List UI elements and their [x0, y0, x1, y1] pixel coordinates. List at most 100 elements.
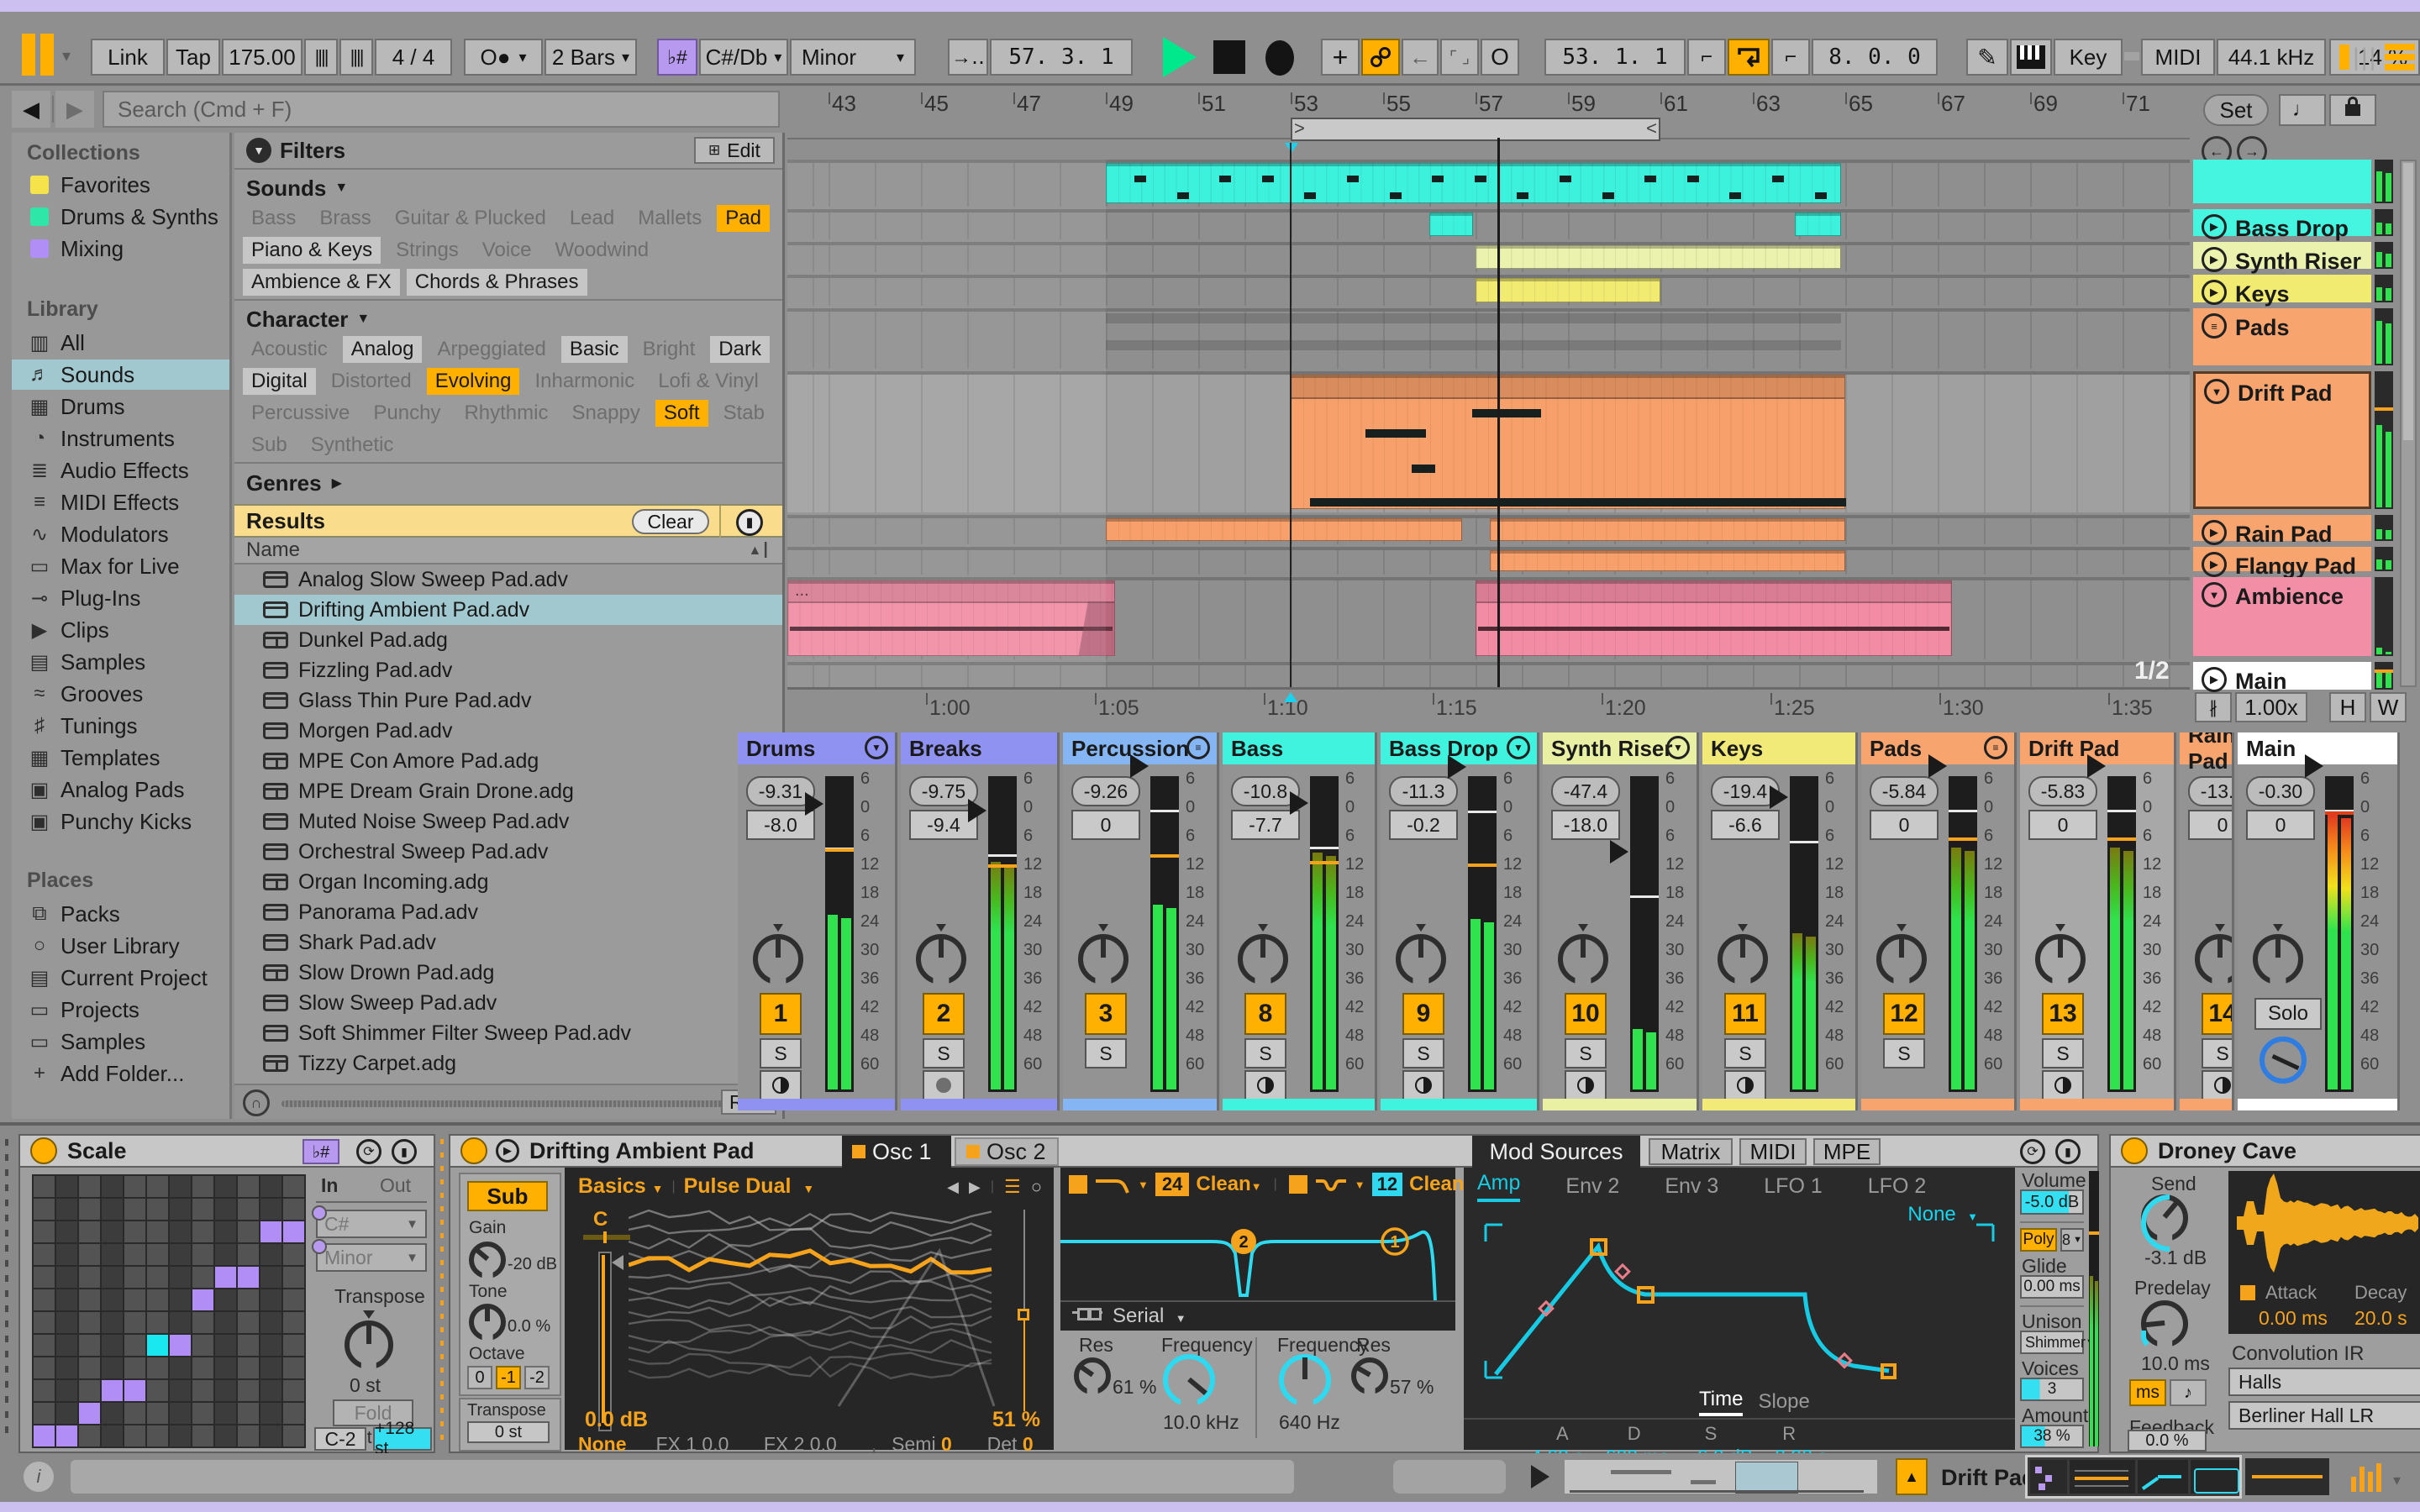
- scale-grid-cell[interactable]: [192, 1312, 213, 1333]
- peak-level-display[interactable]: -11.3: [1389, 776, 1458, 806]
- zoom-height-button[interactable]: H: [2329, 692, 2366, 722]
- filter-tag-bright[interactable]: Bright: [634, 336, 704, 363]
- scale-grid-cell[interactable]: [79, 1380, 100, 1401]
- pan-knob[interactable]: [1718, 934, 1768, 986]
- scale-grid-cell[interactable]: [192, 1425, 213, 1446]
- predelay-sync-button[interactable]: ♪: [2170, 1379, 2207, 1406]
- scale-grid-cell[interactable]: [215, 1267, 236, 1288]
- fader-handle[interactable]: [1928, 754, 1947, 778]
- scale-grid-cell[interactable]: [79, 1403, 100, 1424]
- track-header-main[interactable]: ▶ Main: [2193, 662, 2371, 694]
- library-item-plug-ins[interactable]: ⊸ Plug-Ins: [12, 583, 229, 613]
- mixer-strip-bass-drop[interactable]: Bass Drop ▼ -11.3 -0.2 6 0 6 12 18 24 30 36 42 48 60 9 S: [1381, 732, 1539, 1110]
- scale-grid-cell[interactable]: [170, 1357, 191, 1378]
- clear-filters-button[interactable]: Clear: [632, 509, 709, 534]
- scale-grid-cell[interactable]: [124, 1176, 145, 1197]
- scale-grid-cell[interactable]: [147, 1176, 168, 1197]
- group-strip-icon[interactable]: ≡: [1984, 736, 2007, 759]
- scale-awareness-button[interactable]: ♭#: [657, 39, 697, 76]
- filter1-slope-badge[interactable]: 24: [1155, 1173, 1190, 1196]
- scale-grid-cell[interactable]: [238, 1312, 259, 1333]
- clip-track-0[interactable]: [1106, 163, 1841, 203]
- scale-grid-cell[interactable]: [238, 1221, 259, 1242]
- filter2-toggle[interactable]: [1288, 1175, 1307, 1194]
- time-label[interactable]: 1:25: [1774, 696, 1815, 721]
- solo-button[interactable]: Solo: [2254, 998, 2322, 1030]
- list-item[interactable]: Orchestral Sweep Pad.adv: [234, 837, 782, 867]
- track-header-drift-pad[interactable]: ▼ Drift Pad: [2193, 371, 2371, 509]
- scale-grid-cell[interactable]: [124, 1425, 145, 1446]
- list-item[interactable]: Analog Slow Sweep Pad.adv: [234, 564, 782, 595]
- fold-icon[interactable]: ▶: [2202, 247, 2227, 272]
- pan-knob[interactable]: [1396, 934, 1446, 986]
- fold-strip-icon[interactable]: ▼: [1666, 736, 1690, 759]
- scale-grid-cell[interactable]: [260, 1221, 281, 1242]
- fold-icon[interactable]: ▶: [2202, 280, 2227, 305]
- scale-grid-cell[interactable]: [79, 1244, 100, 1265]
- filter-tag-snappy[interactable]: Snappy: [563, 400, 648, 427]
- lowest-field[interactable]: C-2: [314, 1427, 366, 1451]
- list-item[interactable]: Soft Shimmer Filter Sweep Pad.adv: [234, 1018, 782, 1048]
- overdub-button[interactable]: +: [1321, 39, 1360, 76]
- lowpass-icon[interactable]: [1094, 1174, 1131, 1194]
- track-number-badge[interactable]: 9: [1402, 993, 1444, 1035]
- arm-monitor-button[interactable]: [760, 1070, 802, 1100]
- scale-grid-cell[interactable]: [238, 1176, 259, 1197]
- filter1-res-knob[interactable]: [1074, 1357, 1111, 1396]
- fader-handle[interactable]: [1610, 840, 1628, 864]
- scale-grid-cell[interactable]: [147, 1267, 168, 1288]
- scale-grid-cell[interactable]: [124, 1335, 145, 1356]
- wt-position-value[interactable]: 51 %: [992, 1408, 1040, 1432]
- scale-grid-cell[interactable]: [215, 1289, 236, 1310]
- loop-brace[interactable]: ˃ ˂: [1291, 118, 1660, 141]
- scale-grid-cell[interactable]: [215, 1335, 236, 1356]
- collection-item-mixing[interactable]: Mixing: [12, 234, 229, 264]
- scale-grid-cell[interactable]: [147, 1199, 168, 1220]
- filter-tag-strings[interactable]: Strings: [387, 237, 467, 264]
- strip-name[interactable]: Drums ▼: [738, 732, 895, 764]
- pan-knob[interactable]: [1558, 934, 1608, 986]
- arm-monitor-button[interactable]: [1565, 1070, 1607, 1100]
- scale-grid-cell[interactable]: [147, 1335, 168, 1356]
- clip-track-1[interactable]: [1429, 213, 1474, 236]
- library-item-punchy-kicks[interactable]: ▣ Punchy Kicks: [12, 806, 229, 837]
- list-item[interactable]: Tizzy Carpet.adg: [234, 1048, 782, 1079]
- scale-grid-cell[interactable]: [215, 1221, 236, 1242]
- key-map-button[interactable]: Key: [2054, 39, 2123, 76]
- list-item[interactable]: Morgen Pad.adv: [234, 716, 782, 746]
- back-to-arrangement-button[interactable]: ←: [1402, 39, 1439, 76]
- filter2-freq-value[interactable]: 640 Hz: [1279, 1411, 1340, 1434]
- scale-grid-cell[interactable]: [34, 1221, 55, 1242]
- meter-chevron-icon[interactable]: ▾: [2393, 1472, 2401, 1489]
- arrangement-overview[interactable]: [1563, 1458, 1879, 1495]
- mod-subtab-lfo-1[interactable]: LFO 1: [1764, 1174, 1822, 1199]
- hot-swap-icon[interactable]: ⟳: [356, 1139, 381, 1164]
- arrangement-scrollbar[interactable]: [2400, 160, 2417, 687]
- library-item-templates[interactable]: ▦ Templates: [12, 743, 229, 773]
- scale-grid-cell[interactable]: [170, 1335, 191, 1356]
- loop-start-field[interactable]: 53. 1. 1: [1544, 39, 1686, 76]
- track-number-badge[interactable]: 12: [1883, 993, 1925, 1035]
- time-label[interactable]: 1:05: [1098, 696, 1139, 721]
- scale-grid-cell[interactable]: [192, 1176, 213, 1197]
- track-header-synth-riser[interactable]: ▶ Synth Riser: [2193, 242, 2371, 274]
- predelay-ms-button[interactable]: ms: [2129, 1379, 2166, 1406]
- filter2-res-knob[interactable]: [1351, 1357, 1388, 1396]
- filter-tag-inharmonic[interactable]: Inharmonic: [526, 368, 643, 395]
- scale-grid-cell[interactable]: [147, 1221, 168, 1242]
- filter-tag-piano-keys[interactable]: Piano & Keys: [243, 237, 381, 264]
- scale-grid-cell[interactable]: [192, 1199, 213, 1220]
- scale-grid-cell[interactable]: [102, 1199, 123, 1220]
- arrangement-view[interactable]: 43 45 47 49 51 53 55 57 59 61 63 65 67 69 71 ... ˃ ˂ 1…: [787, 86, 2190, 724]
- scale-grid-cell[interactable]: [170, 1403, 191, 1424]
- lock-envelopes-button[interactable]: [2329, 94, 2376, 126]
- filter-curve-display[interactable]: 2 1: [1060, 1205, 1455, 1300]
- arm-monitor-button[interactable]: [2042, 1070, 2084, 1100]
- scale-grid-cell[interactable]: [215, 1425, 236, 1446]
- clip-track-8[interactable]: [1476, 580, 1952, 656]
- pan-knob[interactable]: [753, 934, 803, 986]
- scale-grid-cell[interactable]: [102, 1403, 123, 1424]
- gain-knob[interactable]: [469, 1242, 506, 1280]
- filter2-marker[interactable]: 2: [1239, 1233, 1248, 1252]
- device-chain-thumbnails[interactable]: [2025, 1455, 2242, 1499]
